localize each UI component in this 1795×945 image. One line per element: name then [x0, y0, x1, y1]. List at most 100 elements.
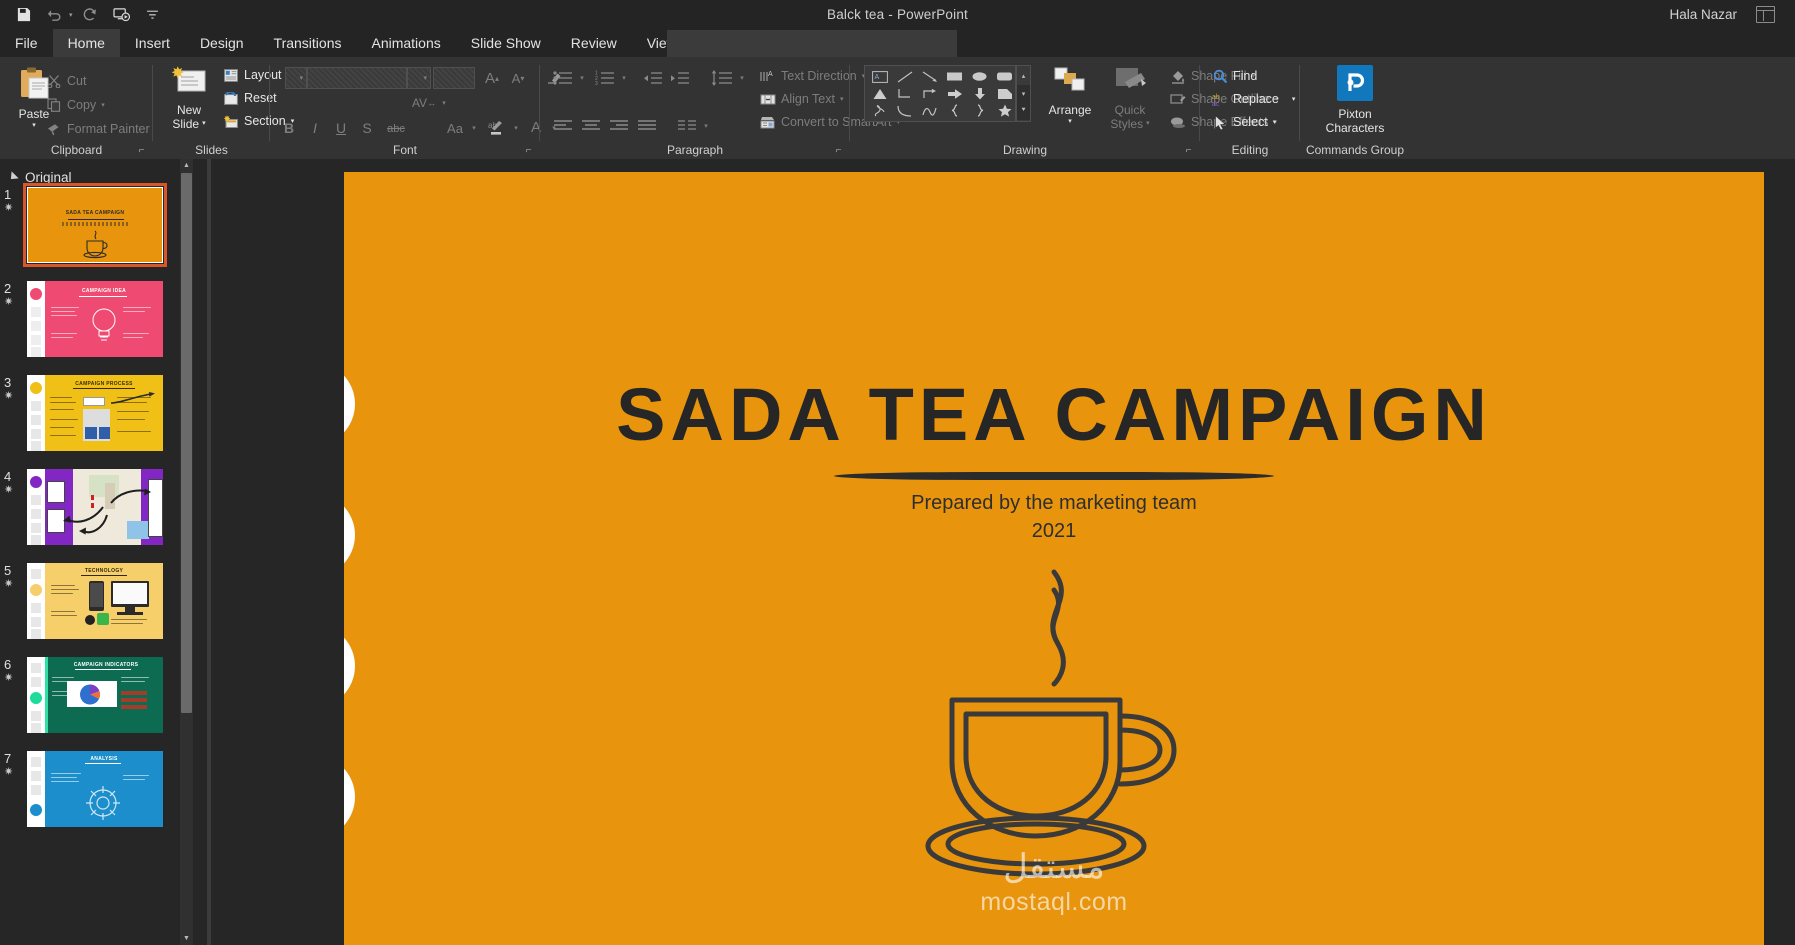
numbering-caret-icon[interactable]: ▾ [618, 67, 630, 89]
tab-animations[interactable]: Animations [356, 29, 455, 57]
list-item[interactable]: 7 ✷ ANALYSIS [0, 751, 200, 845]
increase-indent-icon[interactable] [667, 67, 693, 89]
strikethrough-button[interactable]: abc [382, 119, 410, 139]
current-slide[interactable]: SADA TEA CAMPAIGN Prepared by the market… [344, 172, 1764, 945]
people-icon[interactable] [344, 755, 355, 839]
pixton-characters-button[interactable]: Pixton Characters [1322, 65, 1388, 135]
shape-elbow-arrow-icon[interactable] [917, 85, 942, 102]
align-right-icon[interactable] [606, 115, 632, 137]
slide-thumbnail-7[interactable]: ANALYSIS [27, 751, 163, 827]
paste-caret-icon[interactable]: ▾ [32, 122, 36, 130]
shapes-gallery[interactable]: A [864, 65, 1016, 122]
font-dialog-launcher[interactable]: ⌐ [523, 145, 534, 156]
underline-button[interactable]: U [330, 117, 352, 139]
shapes-scroll-up-icon[interactable]: ▴ [1017, 67, 1030, 85]
quick-styles-button[interactable]: Quick Styles ▾ [1100, 65, 1160, 131]
shape-triangle-icon[interactable] [867, 85, 892, 102]
find-button[interactable]: Find [1212, 68, 1257, 84]
list-item[interactable]: 2 ✷ CAMPAIGN IDEA [0, 281, 200, 375]
font-name-dropdown-left[interactable]: ▾ [285, 67, 307, 89]
scroll-up-icon[interactable]: ▲ [180, 159, 193, 172]
columns-caret-icon[interactable]: ▾ [700, 115, 712, 137]
select-caret-icon[interactable]: ▾ [1273, 118, 1277, 126]
bullets-icon[interactable] [550, 67, 576, 89]
shape-arrow-line-icon[interactable] [917, 68, 942, 85]
slide-thumbnail-3[interactable]: CAMPAIGN PROCESS [27, 375, 163, 451]
font-name-caret[interactable]: ▾ [407, 67, 431, 89]
cut-button[interactable]: Cut [46, 73, 86, 89]
ribbon-display-options-icon[interactable] [1756, 6, 1775, 23]
slide-thumbnail-5[interactable]: TECHNOLOGY [27, 563, 163, 639]
tab-home[interactable]: Home [52, 29, 120, 57]
character-spacing-caret-icon[interactable]: ▾ [438, 93, 450, 113]
arrange-button[interactable]: Arrange ▾ [1040, 65, 1100, 126]
text-highlight-color-icon[interactable]: ab [486, 117, 510, 139]
paragraph-dialog-launcher[interactable]: ⌐ [833, 145, 844, 156]
shape-star-icon[interactable] [992, 102, 1017, 119]
line-spacing-caret-icon[interactable]: ▾ [736, 67, 748, 89]
decrease-indent-icon[interactable] [640, 67, 666, 89]
format-painter-button[interactable]: Format Painter [46, 121, 150, 137]
section-collapse-icon[interactable] [7, 170, 19, 183]
shape-right-arrow-icon[interactable] [942, 85, 967, 102]
tab-slide-show[interactable]: Slide Show [456, 29, 556, 57]
shape-scribble-icon[interactable] [867, 102, 892, 119]
bold-button[interactable]: B [278, 117, 300, 139]
scrollbar-thumb[interactable] [181, 173, 192, 713]
tab-review[interactable]: Review [556, 29, 632, 57]
slide-subtitle[interactable]: Prepared by the marketing team [344, 492, 1764, 515]
shape-left-brace-icon[interactable] [942, 102, 967, 119]
font-size-input[interactable] [433, 67, 475, 89]
shape-down-arrow-icon[interactable] [967, 85, 992, 102]
new-slide-button[interactable]: New Slide ▾ [160, 65, 218, 131]
copy-button[interactable]: Copy ▾ [46, 97, 105, 113]
shapes-more-icon[interactable]: ⯆ [1017, 102, 1030, 121]
shape-pentagon-icon[interactable] [992, 85, 1017, 102]
shapes-gallery-scroll[interactable]: ▴ ▾ ⯆ [1016, 65, 1031, 122]
arrange-caret-icon[interactable]: ▾ [1068, 118, 1072, 126]
align-left-icon[interactable] [550, 115, 576, 137]
list-item[interactable]: 6 ✷ CAMPAIGN INDICATORS [0, 657, 200, 751]
shape-elbow-connector-icon[interactable] [892, 85, 917, 102]
tell-me-search-input[interactable] [667, 30, 957, 57]
tab-design[interactable]: Design [185, 29, 259, 57]
slide-thumbnail-2[interactable]: CAMPAIGN IDEA [27, 281, 163, 357]
slide-thumbnail-6[interactable]: CAMPAIGN INDICATORS [27, 657, 163, 733]
shape-textbox-icon[interactable]: A [867, 68, 892, 85]
align-text-caret-icon[interactable]: ▾ [840, 95, 844, 103]
new-slide-caret-icon[interactable]: ▾ [202, 120, 206, 128]
shapes-scroll-down-icon[interactable]: ▾ [1017, 84, 1030, 103]
center-align-icon[interactable] [578, 115, 604, 137]
clipboard-dialog-launcher[interactable]: ⌐ [136, 145, 147, 156]
tab-insert[interactable]: Insert [120, 29, 185, 57]
tab-transitions[interactable]: Transitions [259, 29, 357, 57]
section-header-original[interactable]: Original [7, 170, 72, 185]
shape-freeform-icon[interactable] [917, 102, 942, 119]
align-text-button[interactable]: Align Text ▾ [760, 91, 843, 107]
justify-icon[interactable] [634, 115, 660, 137]
slide-year[interactable]: 2021 [344, 520, 1764, 543]
account-name[interactable]: Hala Nazar [1669, 0, 1737, 29]
character-spacing-button[interactable]: AV ↔ [410, 93, 438, 113]
change-case-button[interactable]: Aa [442, 117, 468, 139]
numbering-icon[interactable]: 123 [592, 67, 618, 89]
bullets-caret-icon[interactable]: ▾ [576, 67, 588, 89]
replace-button[interactable]: ab ac Replace ▾ [1212, 91, 1295, 107]
quick-styles-caret-icon[interactable]: ▾ [1146, 120, 1150, 128]
list-item[interactable]: 3 ✷ CAMPAIGN PROCESS [0, 375, 200, 469]
increase-font-size-button[interactable]: A ▴ [480, 67, 504, 89]
drawing-dialog-launcher[interactable]: ⌐ [1183, 145, 1194, 156]
shape-curve-icon[interactable] [892, 102, 917, 119]
gear-icon[interactable] [344, 624, 355, 708]
tab-file[interactable]: File [0, 29, 53, 57]
thumbnail-pane-scrollbar[interactable]: ▲ ▼ [180, 159, 193, 945]
slide-thumbnail-4[interactable] [27, 469, 163, 545]
list-item[interactable]: 1 ✷ SADA TEA CAMPAIGN [0, 183, 200, 281]
list-item[interactable]: 5 ✷ TECHNOLOGY [0, 563, 200, 657]
list-item[interactable]: 4 ✷ [0, 469, 200, 563]
shape-rounded-rectangle-icon[interactable] [992, 68, 1017, 85]
slide-thumbnail-1[interactable]: SADA TEA CAMPAIGN [23, 183, 167, 267]
decrease-font-size-button[interactable]: A ▾ [506, 67, 530, 89]
text-highlight-caret-icon[interactable]: ▾ [510, 117, 522, 139]
shape-right-brace-icon[interactable] [967, 102, 992, 119]
